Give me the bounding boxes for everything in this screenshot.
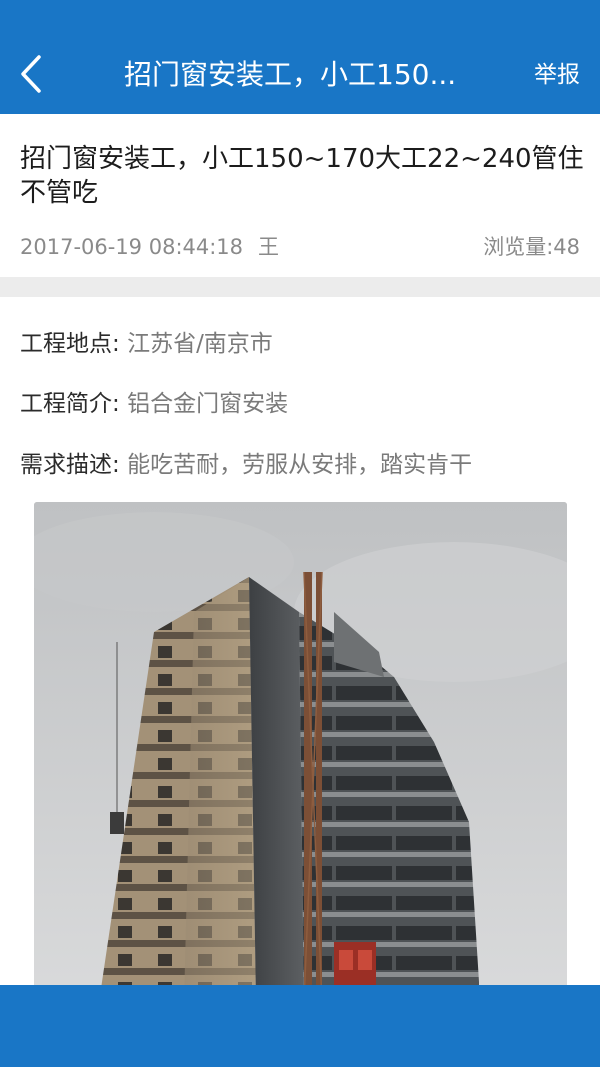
view-count: 浏览量:48	[483, 235, 580, 259]
requirement-label: 需求描述:	[20, 452, 120, 478]
page-title: 招门窗安装工，小工150...	[124, 58, 457, 91]
top-navigation-bar: 招门窗安装工，小工150... 举报	[0, 0, 600, 114]
post-title: 招门窗安装工，小工150~170大工22~240管住不管吃	[20, 144, 584, 208]
back-button[interactable]	[12, 52, 52, 96]
project-summary-value: 铝合金门窗安装	[127, 391, 289, 417]
requirement-row: 需求描述: 能吃苦耐，劳服从安排，踏实肯干	[20, 448, 585, 482]
job-detail-page: 招门窗安装工，小工150... 举报 招门窗安装工，小工150~170大工22~…	[0, 0, 600, 1067]
post-meta: 2017-06-19 08:44:18 王 浏览量:48	[20, 231, 580, 263]
requirement-value: 能吃苦耐，劳服从安排，踏实肯干	[127, 452, 473, 478]
project-photo[interactable]	[34, 502, 567, 1002]
post-date: 2017-06-19 08:44:18	[20, 235, 244, 259]
building-photo-illustration	[34, 502, 567, 1002]
post-author: 王	[258, 235, 279, 259]
chevron-left-icon	[21, 55, 41, 93]
report-button[interactable]: 举报	[534, 58, 580, 92]
section-divider	[0, 277, 600, 297]
project-summary-row: 工程简介: 铝合金门窗安装	[20, 387, 585, 421]
project-location-label: 工程地点:	[20, 331, 120, 357]
project-location-value: 江苏省/南京市	[127, 331, 273, 357]
bottom-action-bar[interactable]	[0, 985, 600, 1067]
project-summary-label: 工程简介:	[20, 391, 120, 417]
project-location-row: 工程地点: 江苏省/南京市	[20, 327, 585, 361]
